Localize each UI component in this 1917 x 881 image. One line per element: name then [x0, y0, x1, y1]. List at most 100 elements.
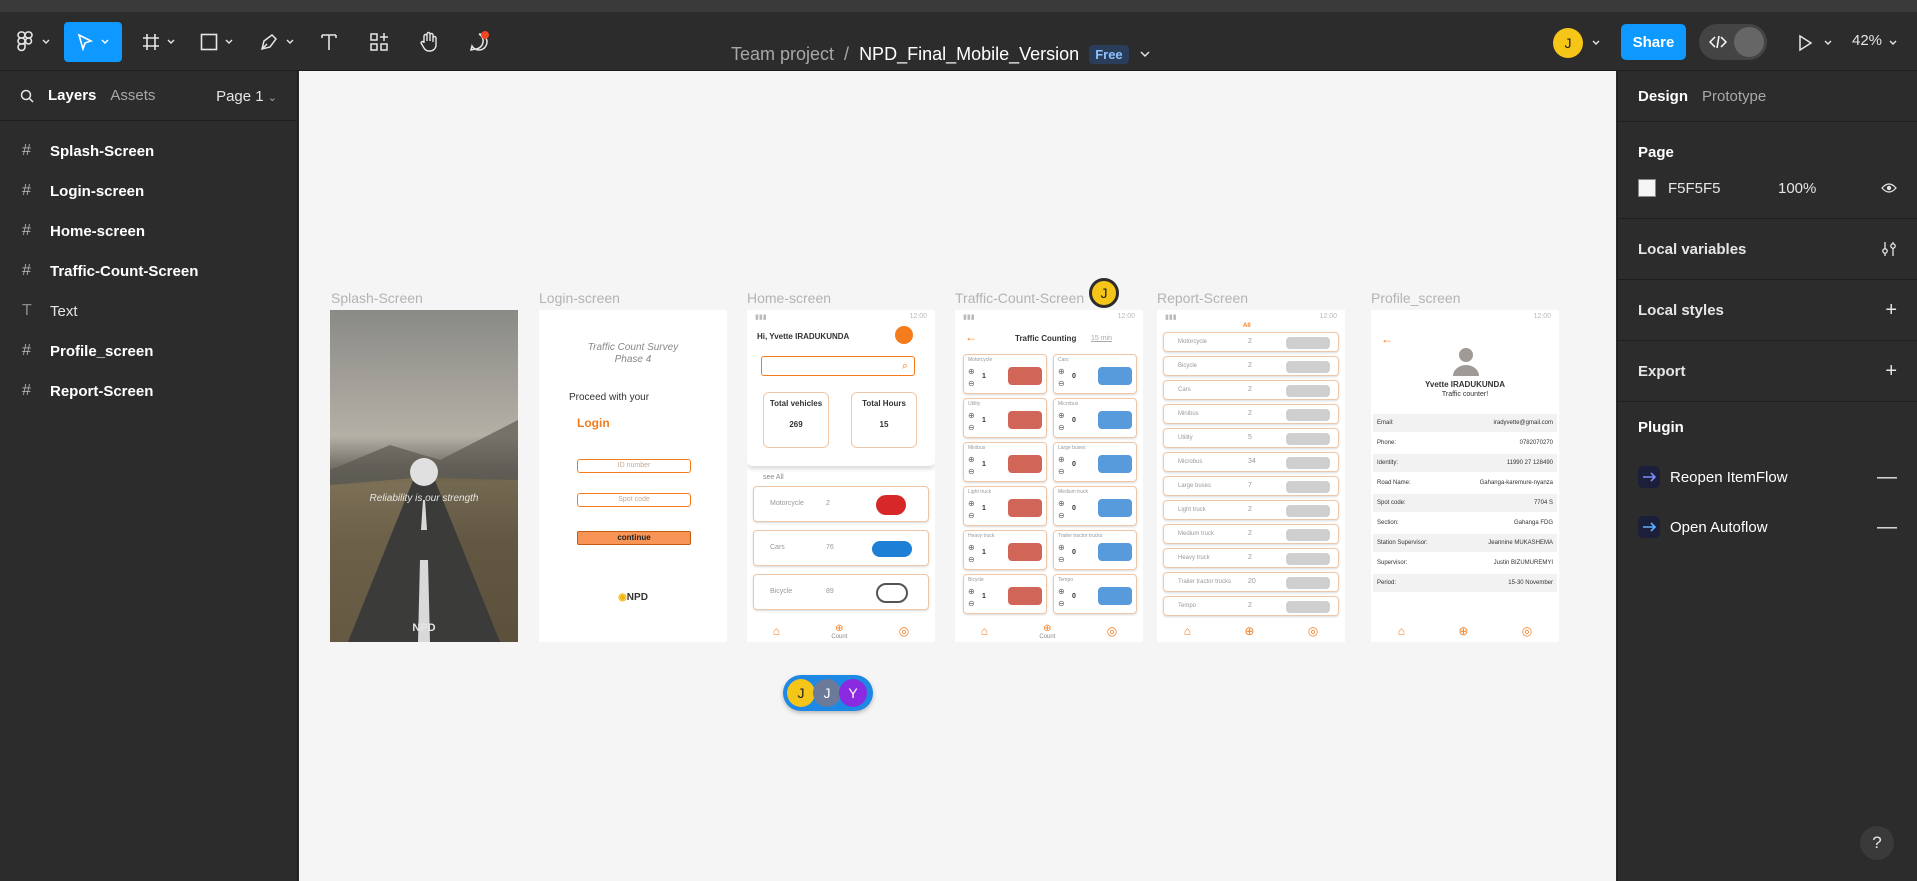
increment-icon[interactable]: ⊕ — [1058, 367, 1065, 376]
export-title[interactable]: Export — [1638, 341, 1897, 401]
local-variables-title[interactable]: Local variables — [1638, 219, 1897, 279]
see-all-link[interactable]: see All — [763, 474, 784, 481]
page-opacity[interactable]: 100% — [1778, 180, 1816, 197]
vehicle-counter-card[interactable]: Microbus ⊕ ⊖ 0 — [1053, 398, 1137, 438]
report-row[interactable]: Bicycle 2 — [1163, 356, 1339, 376]
tab-assets[interactable]: Assets — [110, 87, 155, 104]
continue-button[interactable]: continue — [577, 531, 691, 545]
home-nav-icon[interactable]: ⌂ — [981, 624, 988, 638]
local-styles-section[interactable]: Local styles + — [1618, 279, 1917, 340]
decrement-icon[interactable]: ⊖ — [1058, 555, 1065, 564]
increment-icon[interactable]: ⊕ — [1058, 499, 1065, 508]
local-styles-title[interactable]: Local styles — [1638, 280, 1897, 340]
splash-screen-frame[interactable]: Reliability is our strength NPD — [330, 310, 518, 642]
add-export-icon[interactable]: + — [1885, 361, 1897, 381]
zoom-level[interactable]: 42% — [1852, 32, 1882, 49]
design-canvas[interactable]: Splash-Screen Login-screen Home-screen T… — [299, 71, 1616, 881]
remove-plugin-icon[interactable]: — — [1877, 466, 1897, 489]
collaborator-avatar[interactable]: J — [787, 679, 815, 707]
layer-item[interactable]: # Profile_screen — [0, 331, 297, 371]
report-row[interactable]: Cars 2 — [1163, 380, 1339, 400]
increment-icon[interactable]: ⊕ — [968, 411, 975, 420]
pen-tool-button[interactable] — [256, 22, 298, 62]
remove-plugin-icon[interactable]: — — [1877, 516, 1897, 539]
frame-label[interactable]: Profile_screen — [1371, 290, 1461, 306]
collaborator-avatar[interactable]: Y — [839, 679, 867, 707]
add-style-icon[interactable]: + — [1885, 300, 1897, 320]
report-screen-frame[interactable]: ▮▮▮ 12:00 All Motorcycle 2 Bicycle 2 Cars 2 Min… — [1157, 310, 1345, 642]
vehicle-counter-card[interactable]: Tempo ⊕ ⊖ 0 — [1053, 574, 1137, 614]
vehicle-counter-card[interactable]: Medium truck ⊕ ⊖ 0 — [1053, 486, 1137, 526]
home-screen-frame[interactable]: ▮▮▮ 12:00 Hi, Yvette IRADUKUNDA ⌕ Total v… — [747, 310, 935, 642]
frame-label[interactable]: Splash-Screen — [331, 290, 423, 306]
main-menu-icon[interactable] — [14, 22, 54, 62]
shape-tool-button[interactable] — [196, 22, 238, 62]
frame-label[interactable]: Traffic-Count-Screen — [955, 290, 1084, 306]
profile-nav-icon[interactable]: ◎ — [1522, 624, 1532, 638]
traffic-count-screen-frame[interactable]: ▮▮▮ 12:00 ← Traffic Counting 15 min Motor… — [955, 310, 1143, 642]
vehicle-counter-card[interactable]: Bicycle ⊕ ⊖ 1 — [963, 574, 1047, 614]
add-icon[interactable]: ⊕ — [1244, 624, 1254, 638]
vehicle-counter-card[interactable]: Large buses ⊕ ⊖ 0 — [1053, 442, 1137, 482]
id-number-input[interactable]: ID number — [577, 459, 691, 473]
page-fill-row[interactable]: F5F5F5 100% — [1638, 168, 1897, 208]
multiplayer-presence[interactable]: J J Y — [783, 675, 873, 711]
report-row[interactable]: Utility 5 — [1163, 428, 1339, 448]
count-nav[interactable]: ⊕ Count — [1039, 623, 1055, 640]
profile-nav-icon[interactable]: ◎ — [1107, 624, 1117, 638]
tab-prototype[interactable]: Prototype — [1702, 88, 1766, 105]
move-tool-button[interactable] — [64, 22, 122, 62]
frame-label[interactable]: Login-screen — [539, 290, 620, 306]
increment-icon[interactable]: ⊕ — [968, 543, 975, 552]
report-row[interactable]: Heavy truck 2 — [1163, 548, 1339, 568]
dev-mode-toggle[interactable] — [1699, 24, 1767, 60]
collaborator-avatar[interactable]: J — [813, 679, 841, 707]
decrement-icon[interactable]: ⊖ — [1058, 379, 1065, 388]
list-item[interactable]: Cars 76 — [753, 530, 929, 566]
breadcrumb-team[interactable]: Team project — [731, 44, 834, 65]
increment-icon[interactable]: ⊕ — [1058, 587, 1065, 596]
tab-layers[interactable]: Layers — [48, 87, 96, 104]
resources-tool-button[interactable] — [364, 22, 394, 62]
page-selector[interactable]: Page 1 ⌄ — [216, 88, 277, 105]
profile-nav-icon[interactable]: ◎ — [899, 624, 909, 638]
frame-label[interactable]: Report-Screen — [1157, 290, 1248, 306]
decrement-icon[interactable]: ⊖ — [1058, 511, 1065, 520]
report-row[interactable]: Trailer tractor trucks 20 — [1163, 572, 1339, 592]
vehicle-counter-card[interactable]: Cars ⊕ ⊖ 0 — [1053, 354, 1137, 394]
decrement-icon[interactable]: ⊖ — [968, 555, 975, 564]
increment-icon[interactable]: ⊕ — [968, 499, 975, 508]
increment-icon[interactable]: ⊕ — [968, 587, 975, 596]
eye-icon[interactable] — [1881, 182, 1897, 194]
decrement-icon[interactable]: ⊖ — [968, 467, 975, 476]
report-row[interactable]: Tempo 2 — [1163, 596, 1339, 616]
plugin-item[interactable]: Reopen ItemFlow — — [1638, 452, 1897, 502]
report-row[interactable]: Light truck 2 — [1163, 500, 1339, 520]
layer-item[interactable]: # Home-screen — [0, 211, 297, 251]
comment-tool-button[interactable] — [464, 22, 494, 62]
local-variables-section[interactable]: Local variables — [1618, 218, 1917, 279]
count-nav[interactable]: ⊕ Count — [831, 623, 847, 640]
report-row[interactable]: Microbus 34 — [1163, 452, 1339, 472]
increment-icon[interactable]: ⊕ — [1058, 543, 1065, 552]
search-icon[interactable] — [20, 89, 34, 103]
vehicle-counter-card[interactable]: Minibus ⊕ ⊖ 1 — [963, 442, 1047, 482]
increment-icon[interactable]: ⊕ — [1058, 411, 1065, 420]
increment-icon[interactable]: ⊕ — [1058, 455, 1065, 464]
chevron-down-icon[interactable] — [1888, 38, 1898, 48]
spot-code-input[interactable]: Spot code — [577, 493, 691, 507]
text-tool-button[interactable] — [314, 22, 344, 62]
report-row[interactable]: Large buses 7 — [1163, 476, 1339, 496]
layer-item[interactable]: T Text — [0, 291, 297, 331]
login-screen-frame[interactable]: Traffic Count Survey Phase 4 Proceed wit… — [539, 310, 727, 642]
profile-screen-frame[interactable]: 12:00 ← Yvette IRADUKUNDA Traffic counte… — [1371, 310, 1559, 642]
vehicle-counter-card[interactable]: Light truck ⊕ ⊖ 1 — [963, 486, 1047, 526]
vehicle-counter-card[interactable]: Trailer tractor trucks ⊕ ⊖ 0 — [1053, 530, 1137, 570]
layer-item[interactable]: # Login-screen — [0, 171, 297, 211]
report-row[interactable]: Minibus 2 — [1163, 404, 1339, 424]
interval-selector[interactable]: 15 min — [1091, 335, 1112, 342]
filter-all-tab[interactable]: All — [1243, 323, 1251, 329]
increment-icon[interactable]: ⊕ — [968, 455, 975, 464]
back-arrow-icon[interactable]: ← — [965, 330, 977, 344]
decrement-icon[interactable]: ⊖ — [968, 599, 975, 608]
